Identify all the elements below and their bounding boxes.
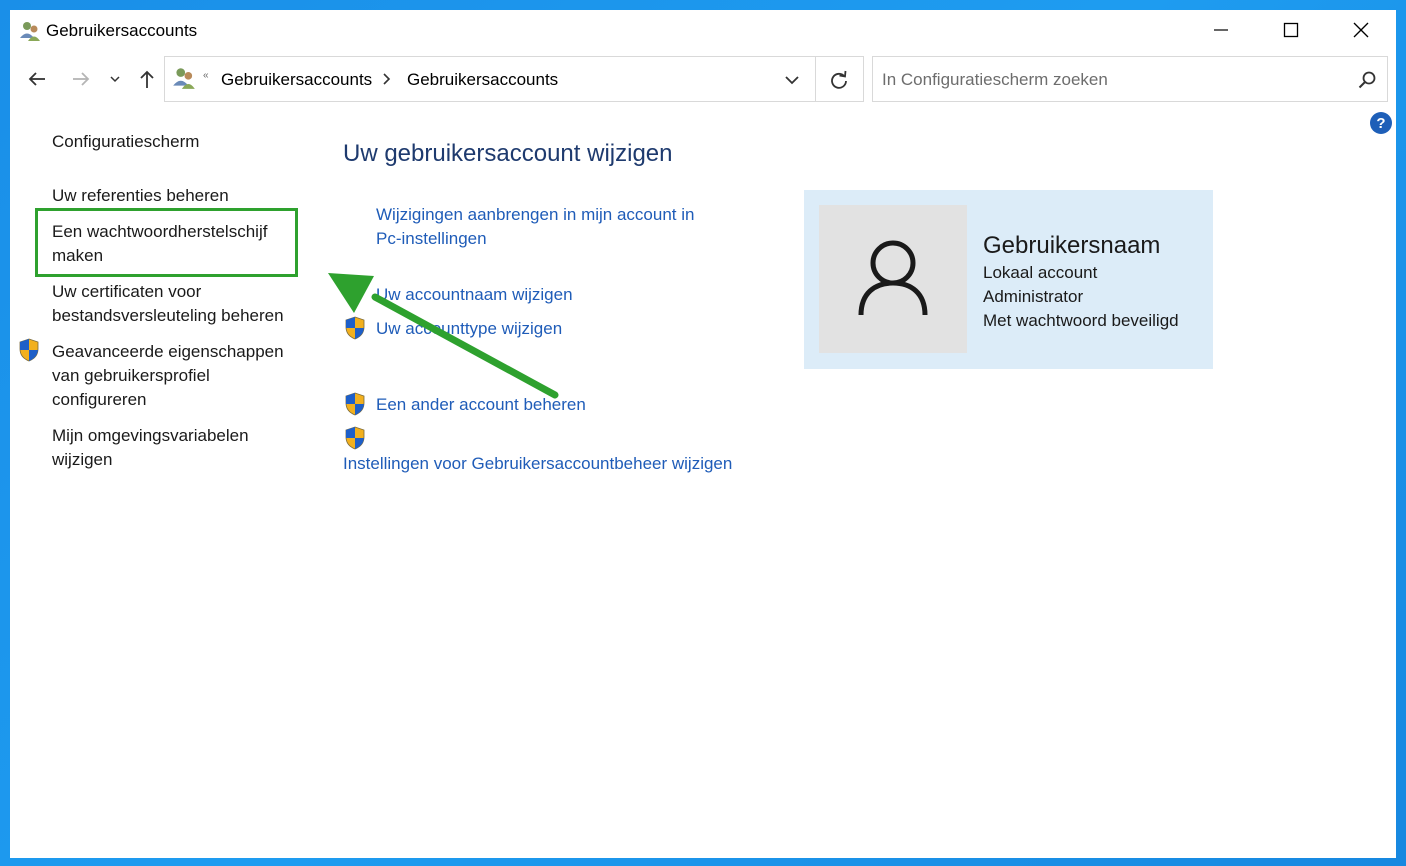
- account-type: Lokaal account: [983, 263, 1098, 282]
- sidebar-home-link[interactable]: Configuratiescherm: [52, 132, 199, 152]
- user-accounts-icon: [173, 68, 195, 89]
- help-button[interactable]: ?: [1370, 112, 1392, 134]
- uac-shield-icon: [345, 426, 365, 450]
- uac-shield-icon: [345, 316, 365, 340]
- sidebar-item-label: Uw certificaten voor: [52, 282, 202, 301]
- arrow-up-icon: [140, 70, 154, 88]
- address-dropdown-button[interactable]: [779, 67, 805, 93]
- user-name: Gebruikersnaam: [983, 232, 1161, 259]
- sidebar-item-label: Uw referenties beheren: [52, 186, 229, 205]
- search-icon[interactable]: [1357, 70, 1377, 90]
- link-label: Wijzigingen aanbrengen in mijn account i…: [376, 205, 695, 224]
- pc-settings-link[interactable]: Wijzigingen aanbrengen in mijn account i…: [376, 203, 694, 251]
- account-role: Administrator: [983, 287, 1084, 306]
- sidebar-item-password-reset-disk[interactable]: Een wachtwoordherstelschijf maken: [52, 220, 267, 268]
- forward-button[interactable]: [68, 66, 94, 92]
- arrow-left-icon: [28, 72, 45, 86]
- sidebar-item-credentials[interactable]: Uw referenties beheren: [52, 184, 229, 208]
- uac-shield-icon: [19, 338, 39, 362]
- change-account-name-link[interactable]: Uw accountnaam wijzigen: [376, 283, 573, 307]
- up-button[interactable]: [134, 66, 160, 92]
- navigation-bar: « Gebruikersaccounts Gebruikersaccounts …: [10, 54, 1396, 104]
- uac-settings-link[interactable]: Instellingen voor Gebruikersaccountbehee…: [343, 452, 732, 476]
- user-accounts-icon: [20, 22, 40, 41]
- refresh-button[interactable]: [825, 66, 853, 94]
- sidebar-item-label: maken: [52, 246, 104, 265]
- search-input[interactable]: In Configuratiescherm zoeken: [872, 56, 1388, 102]
- chevron-down-icon: [785, 76, 799, 85]
- change-account-type-link[interactable]: Uw accounttype wijzigen: [376, 317, 562, 341]
- avatar: [819, 205, 967, 353]
- title-bar: Gebruikersaccounts: [10, 10, 1396, 52]
- sidebar-item-certificates[interactable]: Uw certificaten voor bestandsversleuteli…: [52, 280, 284, 328]
- sidebar-item-label: wijzigen: [52, 450, 113, 469]
- breadcrumb-item[interactable]: Gebruikersaccounts: [407, 70, 558, 90]
- double-chevron-left-icon[interactable]: «: [203, 70, 209, 81]
- maximize-button[interactable]: [1268, 10, 1314, 50]
- account-protection: Met wachtwoord beveiligd: [983, 311, 1179, 330]
- sidebar-item-advanced-profile[interactable]: Geavanceerde eigenschappen van gebruiker…: [52, 340, 284, 412]
- sidebar-item-environment-variables[interactable]: Mijn omgevingsvariabelen wijzigen: [52, 424, 249, 472]
- user-icon: [858, 240, 928, 316]
- link-label: Uw accountnaam wijzigen: [376, 285, 573, 304]
- close-icon: [1353, 22, 1369, 38]
- breadcrumb-item[interactable]: Gebruikersaccounts: [221, 70, 372, 90]
- recent-locations-button[interactable]: [106, 66, 124, 92]
- link-label: Een ander account beheren: [376, 395, 586, 414]
- link-label: Pc-instellingen: [376, 229, 487, 248]
- chevron-right-icon[interactable]: [381, 72, 393, 86]
- user-info-card: Gebruikersnaam Lokaal account Administra…: [804, 190, 1213, 369]
- uac-shield-icon: [345, 392, 365, 416]
- link-label: Instellingen voor Gebruikersaccountbehee…: [343, 454, 733, 473]
- minimize-button[interactable]: [1198, 10, 1244, 50]
- address-divider: [815, 57, 816, 101]
- page-title: Uw gebruikersaccount wijzigen: [343, 140, 673, 167]
- sidebar-item-label: van gebruikersprofiel: [52, 366, 210, 385]
- sidebar-item-label: Geavanceerde eigenschappen: [52, 342, 284, 361]
- sidebar-item-label: Een wachtwoordherstelschijf: [52, 222, 268, 241]
- arrow-right-icon: [73, 72, 90, 86]
- sidebar-item-label: configureren: [52, 390, 147, 409]
- sidebar-item-label: bestandsversleuteling beheren: [52, 306, 284, 325]
- refresh-icon: [831, 70, 847, 89]
- control-panel-window: Gebruikersaccounts « Gebruikersaccounts …: [10, 10, 1396, 858]
- close-button[interactable]: [1338, 10, 1384, 50]
- window-title: Gebruikersaccounts: [46, 21, 198, 40]
- back-button[interactable]: [24, 66, 50, 92]
- chevron-down-icon: [110, 76, 120, 83]
- sidebar-item-label: Mijn omgevingsvariabelen: [52, 426, 249, 445]
- link-label: Uw accounttype wijzigen: [376, 319, 563, 338]
- manage-other-account-link[interactable]: Een ander account beheren: [376, 393, 586, 417]
- maximize-icon: [1283, 22, 1299, 38]
- search-placeholder: In Configuratiescherm zoeken: [882, 70, 1108, 89]
- minimize-icon: [1214, 29, 1228, 31]
- address-bar[interactable]: « Gebruikersaccounts Gebruikersaccounts: [164, 56, 864, 102]
